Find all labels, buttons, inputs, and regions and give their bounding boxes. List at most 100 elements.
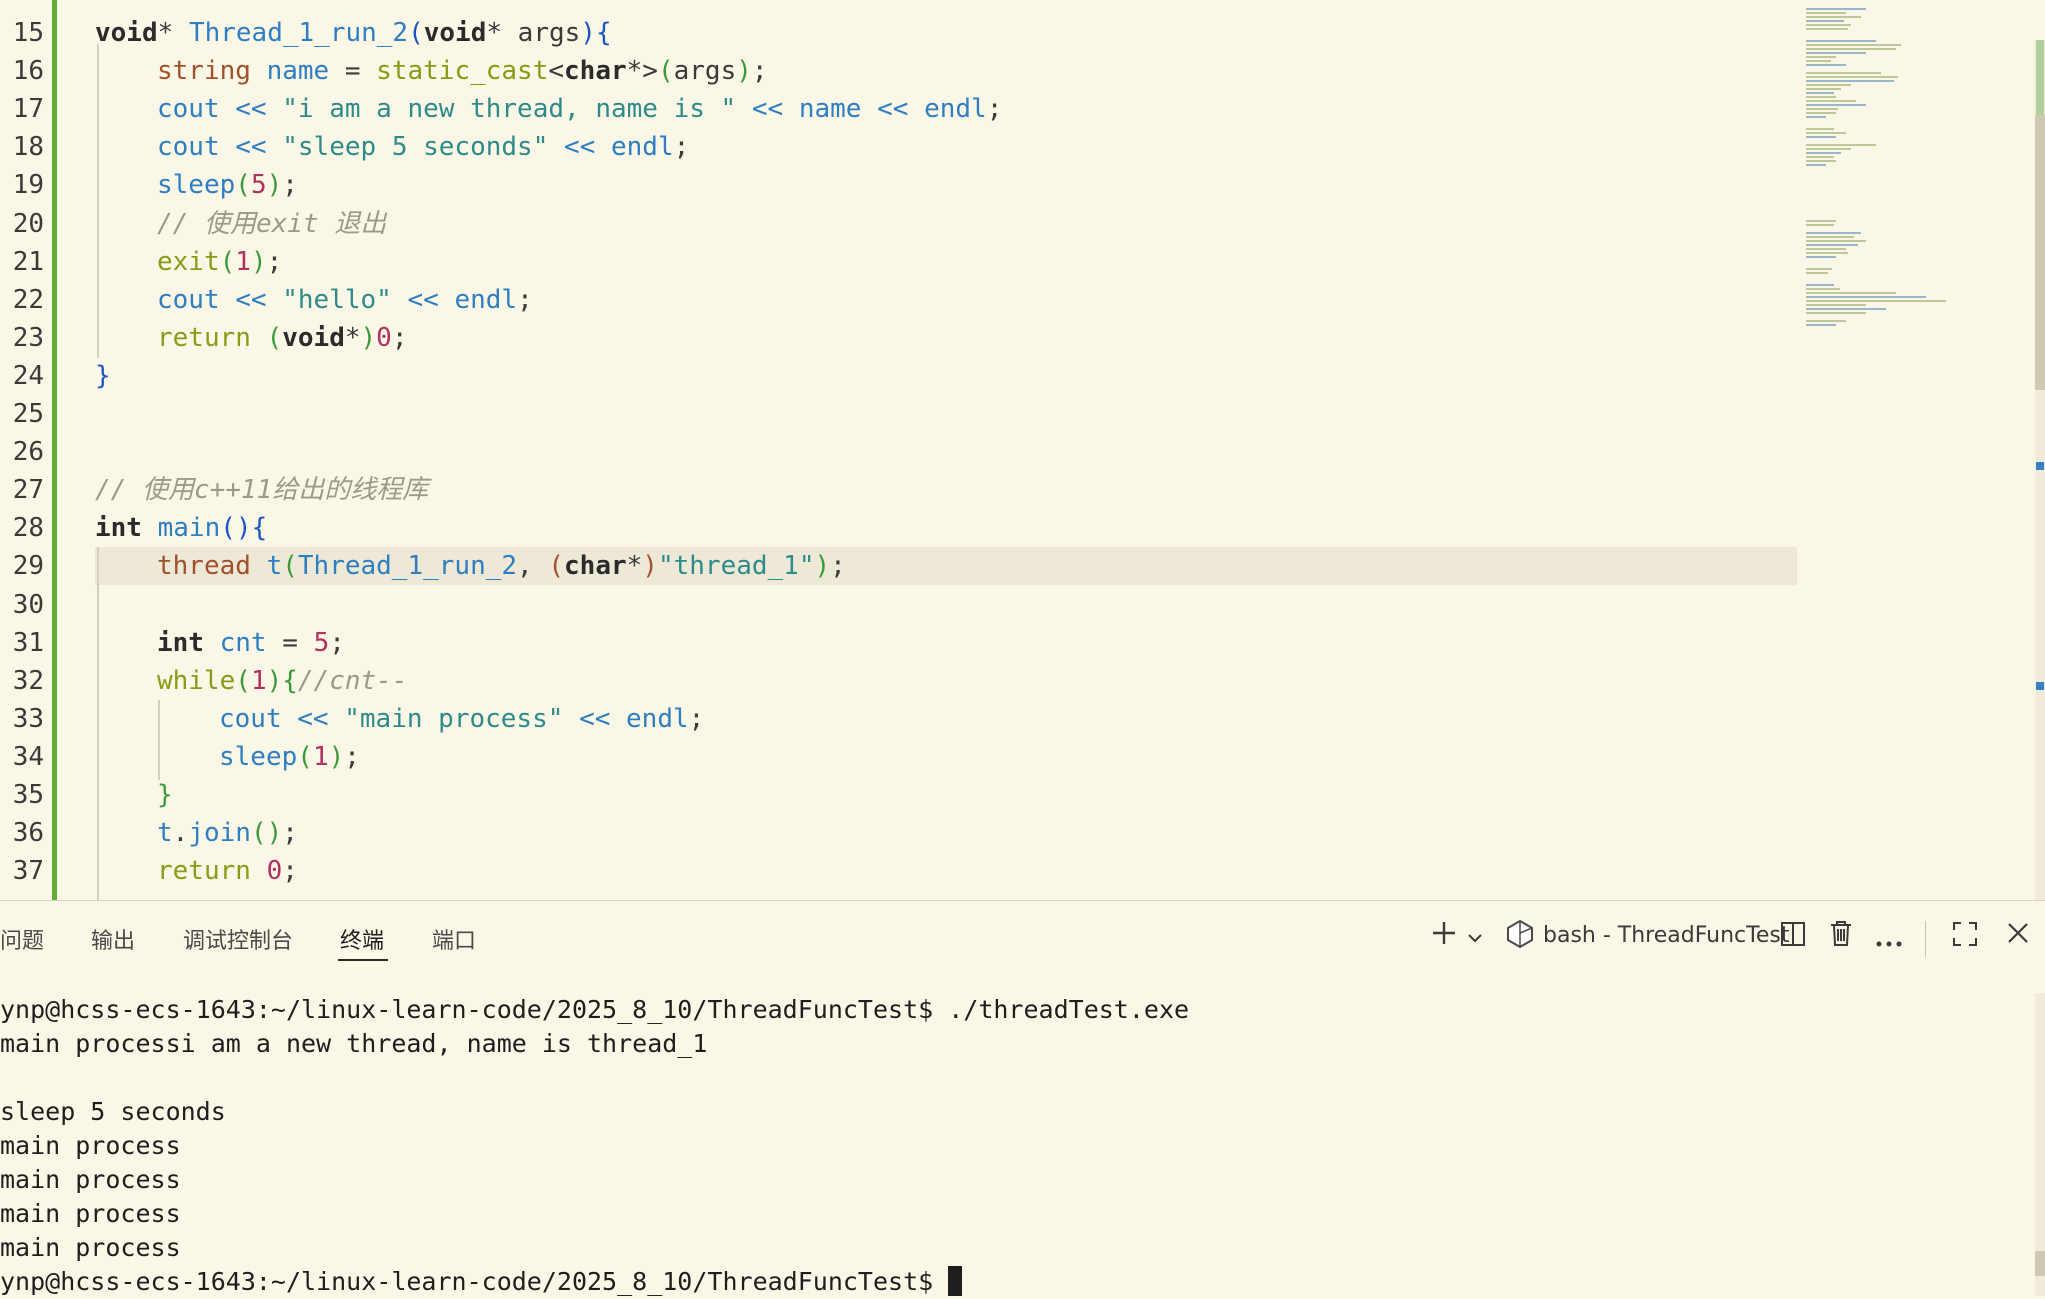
minimap-line	[1806, 292, 1896, 294]
split-icon[interactable]	[1780, 921, 1806, 954]
minimap-line	[1806, 240, 1866, 242]
trash-icon[interactable]	[1828, 919, 1854, 954]
line-number: 29	[12, 551, 44, 582]
code-line: // 使用exit 退出	[157, 208, 387, 239]
code-line: // 使用c++11给出的线程库	[95, 475, 429, 506]
minimap-line	[1806, 24, 1851, 26]
tab-debug-console[interactable]: 调试控制台	[183, 923, 293, 955]
minimap-line	[1806, 96, 1836, 98]
terminal-prompt-line[interactable]: ynp@hcss-ecs-1643:~/linux-learn-code/202…	[0, 1265, 2030, 1299]
line-number: 17	[12, 94, 44, 125]
minimap-line	[1806, 100, 1856, 102]
terminal-line: main process	[0, 1131, 181, 1160]
code-editor[interactable]: 15 16 17 18 19 20 21 22 23 24 25 26 27 28 29 30 31 32 33 34…	[0, 0, 2045, 900]
line-number: 37	[12, 856, 44, 887]
terminal-prompt: ynp@hcss-ecs-1643:~/linux-learn-code/202…	[0, 1267, 949, 1296]
minimap-line	[1806, 288, 1840, 290]
minimap-line	[1806, 312, 1866, 314]
minimap-line	[1806, 148, 1851, 150]
minimap-line	[1806, 224, 1834, 226]
panel-tabs: 问题 输出 调试控制台 终端 端口 bash - ThreadFuncTest	[0, 901, 2045, 973]
scrollbar-search-marker	[2036, 682, 2044, 690]
line-number: 18	[12, 132, 44, 163]
code-line: cout << "hello" << endl;	[157, 284, 533, 315]
minimap[interactable]	[1798, 0, 2018, 900]
terminal-line: ynp@hcss-ecs-1643:~/linux-learn-code/202…	[0, 995, 1190, 1024]
code-line: exit(1);	[157, 246, 283, 277]
line-number: 30	[12, 589, 44, 620]
minimap-line	[1806, 152, 1841, 154]
code-line: t.join();	[157, 818, 298, 849]
minimap-line	[1806, 48, 1896, 50]
close-icon[interactable]	[2006, 921, 2030, 952]
line-number: 19	[12, 170, 44, 201]
indent-guide	[97, 44, 99, 358]
terminal-title[interactable]: bash - ThreadFuncTest	[1543, 923, 1789, 948]
minimap-line	[1806, 104, 1866, 106]
minimap-line	[1806, 272, 1828, 274]
minimap-line	[1806, 256, 1836, 258]
minimap-line	[1806, 268, 1832, 270]
minimap-line	[1806, 136, 1836, 138]
tab-output[interactable]: 输出	[91, 923, 135, 955]
ellipsis-icon[interactable]	[1875, 925, 1903, 956]
terminal-line: sleep 5 seconds	[0, 1097, 226, 1126]
line-number: 23	[12, 322, 44, 353]
minimap-line	[1806, 88, 1841, 90]
minimap-line	[1806, 84, 1851, 86]
scrollbar-search-marker	[2036, 462, 2044, 470]
minimap-line	[1806, 8, 1866, 10]
indent-guide	[97, 547, 99, 900]
minimap-line	[1806, 160, 1836, 162]
terminal-line: main process	[0, 1233, 181, 1262]
maximize-icon[interactable]	[1952, 921, 1978, 954]
minimap-line	[1806, 56, 1836, 58]
minimap-line	[1806, 244, 1858, 246]
code-line: string name = static_cast<char*>(args);	[157, 56, 768, 87]
code-line: void* Thread_1_run_2(void* args){	[95, 18, 612, 48]
editor-scrollbar-thumb[interactable]	[2035, 115, 2045, 390]
line-number: 27	[12, 475, 44, 506]
code-line: int cnt = 5;	[157, 627, 345, 658]
chevron-down-icon[interactable]	[1466, 923, 1484, 954]
active-tab-underline	[338, 959, 388, 961]
minimap-line	[1806, 164, 1826, 166]
terminal-line: main process	[0, 1199, 181, 1228]
terminal-shell-icon	[1505, 919, 1535, 956]
minimap-line	[1806, 52, 1866, 54]
line-number: 33	[12, 703, 44, 734]
terminal-output[interactable]: ynp@hcss-ecs-1643:~/linux-learn-code/202…	[0, 993, 2030, 1299]
line-number: 21	[12, 246, 44, 277]
toolbar-separator	[1925, 921, 1926, 957]
minimap-line	[1806, 220, 1836, 222]
code-line: cout << "i am a new thread, name is " <<…	[157, 94, 1003, 125]
minimap-line	[1806, 300, 1946, 302]
line-number: 28	[12, 513, 44, 544]
terminal-cursor	[948, 1266, 963, 1296]
line-number: 36	[12, 818, 44, 849]
minimap-line	[1806, 80, 1894, 82]
tab-problems[interactable]: 问题	[0, 923, 44, 955]
tab-terminal[interactable]: 终端	[340, 923, 384, 955]
bottom-panel: 问题 输出 调试控制台 终端 端口 bash - ThreadFuncTest	[0, 900, 2045, 1296]
indent-guide	[158, 700, 160, 780]
minimap-line	[1806, 12, 1846, 14]
code-line: return 0;	[157, 856, 298, 887]
line-number: 32	[12, 665, 44, 696]
minimap-line	[1806, 128, 1834, 130]
plus-icon[interactable]	[1430, 919, 1458, 954]
minimap-line	[1806, 324, 1836, 326]
minimap-line	[1806, 112, 1836, 114]
tab-ports[interactable]: 端口	[432, 923, 476, 955]
code-line: cout << "sleep 5 seconds" << endl;	[157, 132, 690, 163]
minimap-line	[1806, 132, 1846, 134]
terminal-scrollbar-thumb[interactable]	[2035, 1251, 2045, 1276]
code-line: cout << "main process" << endl;	[219, 703, 705, 734]
minimap-line	[1806, 60, 1831, 62]
line-number: 20	[12, 208, 44, 239]
line-number: 34	[12, 741, 44, 772]
code-line: sleep(5);	[157, 170, 298, 201]
minimap-line	[1806, 252, 1848, 254]
line-number-gutter: 15 16 17 18 19 20 21 22 23 24 25 26 27 28 29 30 31 32 33 34…	[0, 0, 44, 900]
minimap-line	[1806, 296, 1926, 298]
